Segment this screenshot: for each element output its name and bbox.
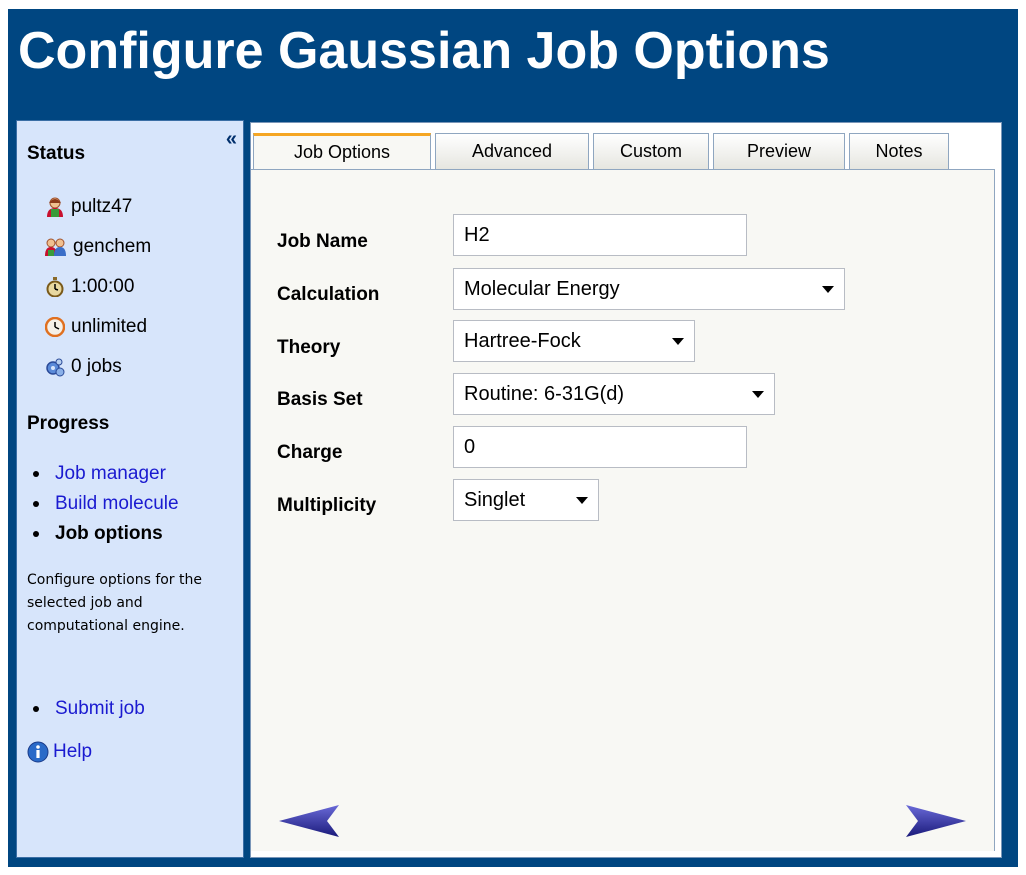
build-molecule-link[interactable]: Build molecule [55, 489, 179, 519]
multiplicity-value: Singlet [464, 488, 526, 511]
basis-set-label: Basis Set [277, 389, 363, 410]
tab-bar: Job Options Advanced Custom Preview Note… [251, 133, 1001, 173]
status-user: pultz47 [45, 191, 132, 223]
charge-label: Charge [277, 442, 343, 463]
basis-set-select[interactable]: Routine: 6-31G(d) [453, 373, 775, 415]
charge-field[interactable] [453, 426, 747, 468]
progress-item-job-options: Job options [27, 519, 179, 549]
status-jobs-label: 0 jobs [71, 356, 122, 377]
stopwatch-icon [46, 277, 64, 297]
calculation-value: Molecular Energy [464, 277, 620, 300]
status-user-label: pultz47 [71, 196, 133, 217]
job-name-label: Job Name [277, 231, 368, 252]
chevron-down-icon [672, 337, 684, 345]
calculation-label: Calculation [277, 284, 380, 305]
user-icon [47, 197, 63, 217]
bullet [33, 471, 39, 477]
status-group-label: genchem [73, 236, 152, 257]
next-arrow-button[interactable] [904, 803, 968, 839]
theory-label: Theory [277, 337, 341, 358]
info-icon [27, 741, 49, 763]
job-name-field[interactable] [453, 214, 747, 256]
tab-preview[interactable]: Preview [713, 133, 845, 169]
theory-value: Hartree-Fock [464, 329, 581, 352]
tab-advanced[interactable]: Advanced [435, 133, 589, 169]
basis-set-value: Routine: 6-31G(d) [464, 382, 625, 405]
progress-item-build-molecule: Build molecule [27, 489, 179, 519]
status-cputime-label: unlimited [71, 316, 148, 337]
help-link[interactable]: Help [53, 741, 92, 763]
submit-job-link[interactable]: Submit job [55, 694, 145, 724]
job-options-form: Job Name Calculation Molecular Energy Th… [251, 169, 995, 851]
status-group: genchem [45, 231, 151, 263]
group-icon [45, 238, 66, 256]
bullet [33, 501, 39, 507]
clock-icon [45, 317, 65, 337]
multiplicity-label: Multiplicity [277, 495, 377, 516]
multiplicity-select[interactable]: Singlet [453, 479, 599, 521]
tab-custom[interactable]: Custom [593, 133, 709, 169]
chevron-down-icon [576, 496, 588, 504]
progress-heading: Progress [27, 413, 110, 434]
chevron-down-icon [822, 285, 834, 293]
progress-list: Job manager Build molecule Job options [27, 459, 179, 549]
status-heading: Status [27, 143, 86, 164]
job-manager-link[interactable]: Job manager [55, 459, 166, 489]
next-step-list: Submit job [27, 694, 145, 724]
tab-notes[interactable]: Notes [849, 133, 949, 169]
progress-item-job-manager: Job manager [27, 459, 179, 489]
calculation-select[interactable]: Molecular Energy [453, 268, 845, 310]
collapse-sidebar-button[interactable]: « [226, 129, 237, 149]
status-cputime: unlimited [45, 311, 147, 343]
progress-item-submit-job: Submit job [27, 694, 145, 724]
sidebar: « Status pultz47 genchem 1:00:00 unlimit… [16, 120, 244, 858]
status-walltime: 1:00:00 [45, 271, 134, 303]
chevron-down-icon [752, 390, 764, 398]
help-link-container[interactable]: Help [27, 741, 92, 763]
bullet [33, 531, 39, 537]
step-description: Configure options for the selected job a… [27, 572, 202, 634]
gear-jobs-icon [46, 358, 65, 377]
page-title: Configure Gaussian Job Options [18, 22, 830, 80]
status-walltime-label: 1:00:00 [71, 276, 135, 297]
previous-arrow-button[interactable] [277, 803, 341, 839]
job-options-current-step: Job options [55, 523, 163, 544]
main-panel: Job Options Advanced Custom Preview Note… [250, 122, 1002, 858]
status-jobs: 0 jobs [45, 351, 122, 383]
tab-job-options[interactable]: Job Options [253, 133, 431, 171]
bullet [33, 706, 39, 712]
theory-select[interactable]: Hartree-Fock [453, 320, 695, 362]
